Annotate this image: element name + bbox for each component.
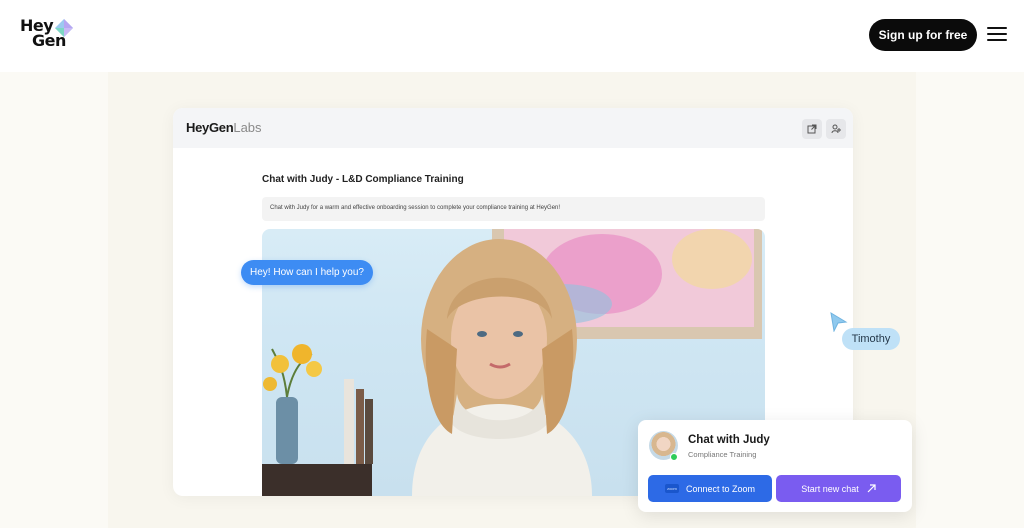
cursor-icon: [830, 312, 848, 332]
hamburger-menu-icon[interactable]: [987, 27, 1007, 41]
labs-topbar: HeyGenLabs: [173, 108, 853, 148]
chat-title: Chat with Judy - L&D Compliance Training: [262, 174, 464, 185]
open-external-icon[interactable]: [802, 119, 822, 139]
chat-card: Chat with Judy Compliance Training zoom …: [638, 420, 912, 512]
site-header: Hey Gen Sign up for free: [0, 0, 1024, 72]
cursor-name-tag: Timothy: [842, 328, 900, 350]
labs-brand: HeyGenLabs: [186, 120, 262, 135]
connect-zoom-label: Connect to Zoom: [685, 483, 756, 494]
gem-icon: [55, 19, 73, 37]
card-title: Chat with Judy: [688, 434, 770, 446]
heygen-logo[interactable]: Hey Gen: [20, 18, 80, 52]
arrow-up-right-icon: [867, 484, 876, 493]
chat-description: Chat with Judy for a warm and effective …: [262, 197, 765, 221]
speech-bubble: Hey! How can I help you?: [241, 260, 373, 285]
add-user-icon[interactable]: [826, 119, 846, 139]
zoom-icon: zoom: [664, 484, 679, 493]
connect-zoom-button[interactable]: zoom Connect to Zoom: [648, 475, 772, 502]
signup-button[interactable]: Sign up for free: [869, 19, 977, 51]
start-new-chat-button[interactable]: Start new chat: [776, 475, 901, 502]
start-new-chat-label: Start new chat: [801, 483, 859, 494]
online-status-icon: [670, 453, 678, 461]
labs-brand-suffix: Labs: [233, 120, 262, 135]
card-subtitle: Compliance Training: [688, 450, 757, 459]
labs-brand-main: HeyGen: [186, 120, 234, 135]
